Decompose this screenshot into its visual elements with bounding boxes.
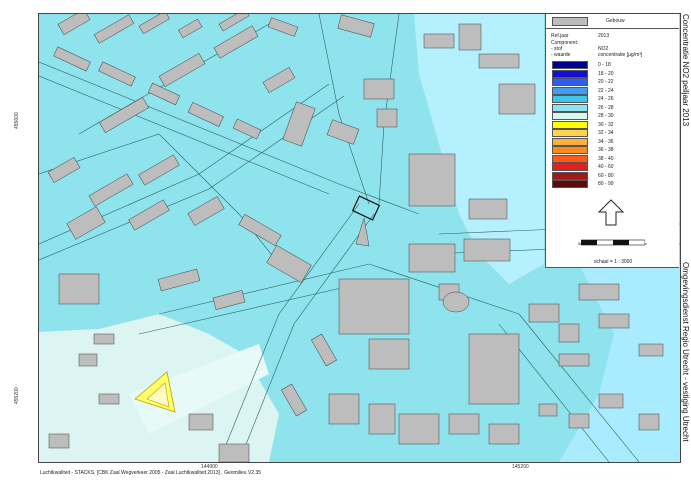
legend-class-label: 18 - 20 [598,70,614,77]
legend-class-row: 24 - 26 [552,95,687,103]
legend-class-swatch [552,103,588,112]
legend-class-swatch [552,180,588,188]
legend-class-row: 32 - 34 [552,129,687,137]
legend-class-label: 36 - 38 [598,147,614,153]
legend-class-row: 34 - 36 [552,137,687,146]
legend-class-swatch [552,129,588,137]
legend-class-swatch [552,120,588,129]
legend-class-row: 80 - 99 [552,180,687,188]
ref-year-value: 2013 [598,33,610,39]
building-label: Gebouw [606,18,625,24]
legend-class-row: 20 - 22 [552,78,687,86]
legend-class-swatch [552,171,588,180]
building-swatch [552,17,588,26]
legend-class-label: 30 - 32 [598,121,614,128]
y-coordinate-label: 455200 [14,387,20,404]
value-label: - waarde [551,52,571,58]
legend-class-label: 32 - 34 [598,130,614,136]
legend-class-label: 26 - 28 [598,104,614,111]
organisation-title: Omgevingsdienst Regio Utrecht - vestigin… [681,262,690,442]
north-arrow-icon [597,199,625,226]
legend-class-row: 28 - 30 [552,112,687,120]
legend-class-swatch [552,69,588,78]
legend-class-row: 60 - 80 [552,171,687,180]
legend-class-swatch [552,61,588,69]
legend-class-swatch [552,78,588,86]
legend-class-label: 22 - 24 [598,87,614,94]
legend-class-swatch [552,95,588,103]
legend-class-label: 38 - 40 [598,155,614,162]
legend-class-row: 36 - 38 [552,146,687,154]
highlighted-building [351,195,381,221]
legend-class-row: 40 - 60 [552,163,687,171]
legend-class-row: 22 - 24 [552,86,687,95]
legend-class-swatch [552,112,588,120]
legend-divider [546,28,679,29]
y-coordinate-label: 455600 [14,112,20,129]
legend-class-label: 60 - 80 [598,172,614,179]
legend-class-swatch [552,154,588,163]
legend-class-swatch [552,146,588,154]
map-title: Concentratie NO2 peiljaar 2013 [681,14,690,127]
legend-class-label: 40 - 60 [598,164,614,170]
legend-class-row: 30 - 32 [552,120,687,129]
footer-credits: Luchtkwaliteit - STACKS, [CBK Zaal Wegve… [40,470,262,476]
ref-year-label: Ref.jaar [551,33,569,39]
legend-class-label: 24 - 26 [598,96,614,102]
legend-class-label: 0 - 18 [598,62,611,68]
legend-class-row: 0 - 18 [552,61,687,69]
legend-class-swatch [552,163,588,171]
legend-class-row: 38 - 40 [552,154,687,163]
map-legend: Gebouw Ref.jaar 2013 Component: - stof N… [545,14,679,268]
legend-class-row: 26 - 28 [552,103,687,112]
legend-class-label: 80 - 99 [598,181,614,187]
legend-class-swatch [552,86,588,95]
value-value: concentratie [µg/m³] [598,52,643,58]
x-coordinate-label: 145200 [512,464,529,470]
legend-class-label: 28 - 30 [598,113,614,119]
scale-bar [581,239,645,246]
legend-class-label: 34 - 36 [598,138,614,145]
scale-text: schaal = 1 : 3000 [594,259,633,265]
legend-class-swatch [552,137,588,146]
legend-class-label: 20 - 22 [598,79,614,85]
legend-class-row: 18 - 20 [552,69,687,78]
